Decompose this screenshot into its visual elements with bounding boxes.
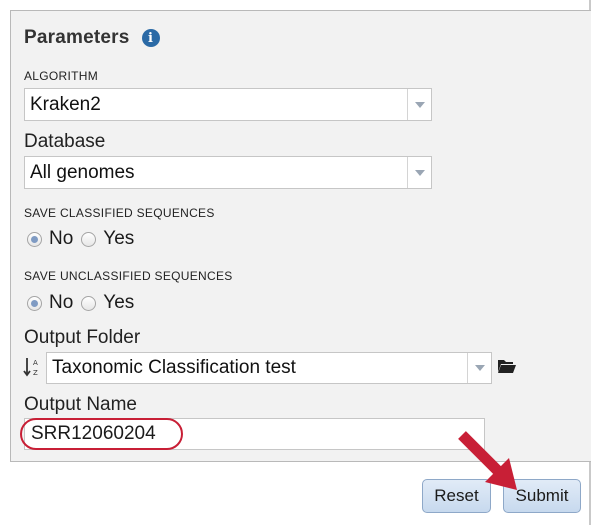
database-label: Database — [24, 131, 106, 152]
save-unclassified-yes-label[interactable]: Yes — [103, 292, 134, 314]
algorithm-select[interactable]: Kraken2 — [24, 88, 432, 121]
save-unclassified-yes-radio[interactable] — [81, 295, 97, 311]
save-unclassified-label: SAVE UNCLASSIFIED SEQUENCES — [24, 269, 233, 283]
save-classified-yes-label[interactable]: Yes — [103, 228, 134, 250]
annotation-arrow-icon — [458, 431, 517, 490]
save-classified-label: SAVE CLASSIFIED SEQUENCES — [24, 206, 215, 220]
info-icon[interactable]: i — [141, 29, 160, 47]
algorithm-label: ALGORITHM — [24, 69, 99, 83]
output-folder-label: Output Folder — [24, 327, 141, 348]
parameters-header: Parameters i — [24, 24, 160, 52]
svg-text:Z: Z — [33, 369, 38, 377]
output-name-label: Output Name — [24, 394, 137, 415]
output-folder-select[interactable]: Taxonomic Classification test — [46, 352, 492, 384]
svg-text:A: A — [33, 359, 38, 367]
parameters-title: Parameters — [24, 27, 130, 48]
save-classified-no-label[interactable]: No — [49, 228, 73, 250]
folder-open-icon[interactable] — [497, 358, 517, 374]
algorithm-value: Kraken2 — [30, 93, 101, 115]
save-classified-yes-radio[interactable] — [81, 231, 97, 247]
chevron-down-icon[interactable] — [407, 89, 431, 120]
database-select[interactable]: All genomes — [24, 156, 432, 189]
chevron-down-icon[interactable] — [467, 353, 491, 383]
sort-az-icon[interactable]: A Z — [23, 356, 43, 378]
save-unclassified-radio-group: No Yes — [27, 292, 142, 314]
database-value: All genomes — [30, 161, 135, 183]
save-unclassified-no-radio[interactable] — [27, 295, 42, 311]
save-unclassified-no-label[interactable]: No — [49, 292, 73, 314]
save-classified-radio-group: No Yes — [27, 228, 142, 250]
output-folder-value: Taxonomic Classification test — [52, 357, 296, 378]
chevron-down-icon[interactable] — [407, 157, 431, 188]
save-classified-no-radio[interactable] — [27, 231, 42, 247]
output-name-highlight — [20, 418, 183, 450]
